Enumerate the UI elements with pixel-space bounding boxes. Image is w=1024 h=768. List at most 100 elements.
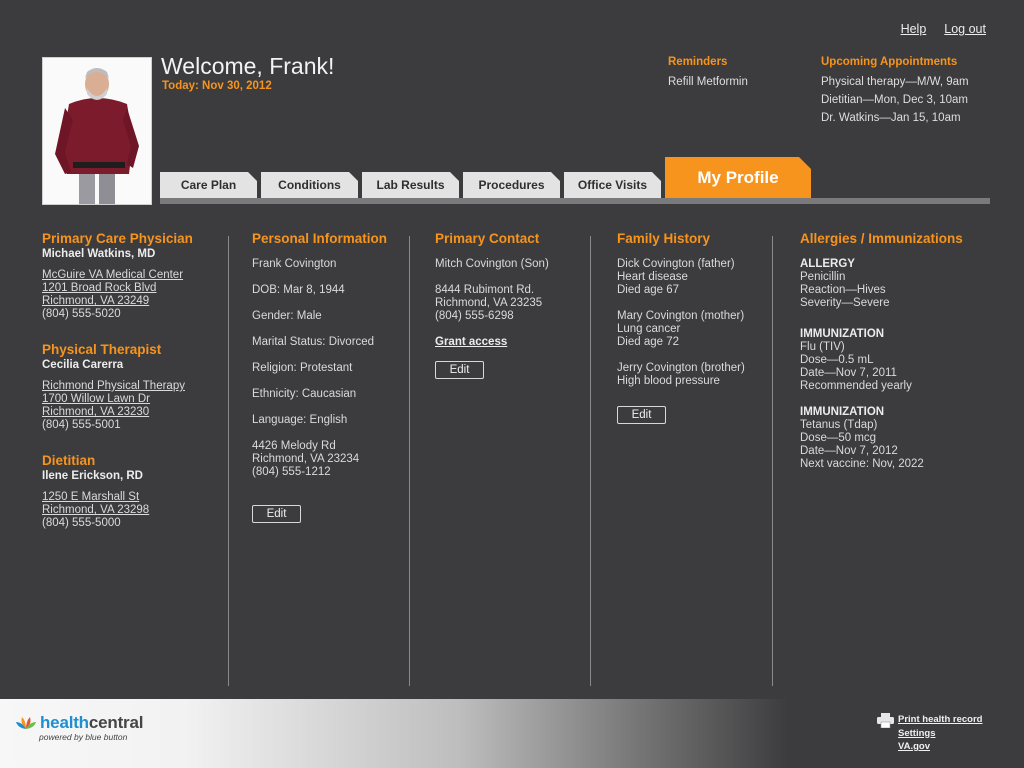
family-condition: Lung cancer [617,323,681,335]
immunization-name: Flu (TIV) [800,341,845,353]
dietitian-title: Dietitian [42,453,96,468]
contact-city: Richmond, VA 23235 [435,297,543,309]
personal-religion: Religion: Protestant [252,362,353,374]
dietitian-name: Ilene Erickson, RD [42,470,143,482]
family-note: Died age 72 [617,336,680,348]
contact-title: Primary Contact [435,231,540,246]
immunization-dose: Dose—0.5 mL [800,354,874,366]
family-title: Family History [617,231,711,246]
logout-link[interactable]: Log out [944,22,986,36]
dietitian-phone: (804) 555-5000 [42,517,121,529]
top-nav: Help Log out [901,22,986,36]
family-member: Mary Covington (mother) [617,310,745,322]
personal-phone: (804) 555-1212 [252,466,331,478]
logo-tagline: powered by blue button [39,732,128,742]
pcp-city-link[interactable]: Richmond, VA 23249 [42,295,222,308]
settings-link[interactable]: Settings [898,727,982,741]
personal-ethnicity: Ethnicity: Caucasian [252,388,357,400]
personal-info-column: Personal Information Frank Covington DOB… [252,232,402,523]
edit-family-button[interactable]: Edit [617,406,666,424]
immunization-note: Next vaccine: Nov, 2022 [800,458,924,470]
grant-access-link[interactable]: Grant access [435,336,585,349]
personal-language: Language: English [252,414,348,426]
tab-my-profile[interactable]: My Profile [665,157,811,198]
footer: healthcentral powered by blue button Pri… [0,699,1024,768]
pt-org-link[interactable]: Richmond Physical Therapy [42,380,222,393]
pt-city-link[interactable]: Richmond, VA 23230 [42,406,222,419]
personal-address: 4426 Melody Rd [252,440,336,452]
reminder-item: Refill Metformin [668,76,748,88]
immunization-label: IMMUNIZATION [800,406,885,418]
print-record-link[interactable]: Print health record [898,713,982,727]
pcp-name: Michael Watkins, MD [42,248,156,260]
family-member: Jerry Covington (brother) [617,362,745,374]
immunization-label: IMMUNIZATION [800,328,885,340]
pt-address-link[interactable]: 1700 Willow Lawn Dr [42,393,222,406]
dietitian-address-link[interactable]: 1250 E Marshall St [42,491,222,504]
immunization-name: Tetanus (Tdap) [800,419,878,431]
immunization-date: Date—Nov 7, 2011 [800,367,897,379]
immunization-date: Date—Nov 7, 2012 [800,445,898,457]
appointments-panel: Upcoming Appointments Physical therapy—M… [821,56,969,127]
printer-icon[interactable] [877,713,894,728]
family-history-column: Family History Dick Covington (father) H… [617,232,767,424]
tab-lab-results[interactable]: Lab Results [362,172,459,198]
tab-conditions[interactable]: Conditions [261,172,358,198]
pcp-title: Primary Care Physician [42,231,193,246]
allergy-label: ALLERGY [800,258,855,270]
pt-title: Physical Therapist [42,342,162,357]
va-gov-link[interactable]: VA.gov [898,740,982,754]
help-link[interactable]: Help [901,22,927,36]
column-divider [590,236,591,686]
personal-city: Richmond, VA 23234 [252,453,360,465]
personal-name: Frank Covington [252,258,337,270]
today-date: Today: Nov 30, 2012 [162,80,272,92]
family-member: Dick Covington (father) [617,258,735,270]
edit-contact-button[interactable]: Edit [435,361,484,379]
tab-office-visits[interactable]: Office Visits [564,172,661,198]
providers-column: Primary Care Physician Michael Watkins, … [42,232,222,530]
allergy-severity: Severity—Severe [800,297,890,309]
allergies-title: Allergies / Immunizations [800,231,963,246]
tab-procedures[interactable]: Procedures [463,172,560,198]
pt-name: Cecilia Carerra [42,359,124,371]
welcome-heading: Welcome, Frank! [161,53,335,79]
column-divider [772,236,773,686]
tab-underline [160,198,990,204]
contact-phone: (804) 555-6298 [435,310,514,322]
column-divider [409,236,410,686]
allergy-name: Penicillin [800,271,846,283]
logo-health-text: health [40,713,89,732]
personal-title: Personal Information [252,231,388,246]
allergy-reaction: Reaction—Hives [800,284,886,296]
family-condition: Heart disease [617,271,688,283]
personal-dob: DOB: Mar 8, 1944 [252,284,345,296]
appointment-item: Dr. Watkins—Jan 15, 10am [821,112,961,124]
immunization-dose: Dose—50 mcg [800,432,877,444]
personal-marital: Marital Status: Divorced [252,336,375,348]
family-condition: High blood pressure [617,375,720,387]
appointments-title: Upcoming Appointments [821,56,958,68]
family-note: Died age 67 [617,284,680,296]
logo-central-text: central [88,713,144,732]
footer-links: Print health record Settings VA.gov [898,713,982,754]
column-divider [228,236,229,686]
contact-name: Mitch Covington (Son) [435,258,549,270]
allergies-column: Allergies / Immunizations ALLERGY Penici… [800,232,1000,471]
dietitian-city-link[interactable]: Richmond, VA 23298 [42,504,222,517]
personal-gender: Gender: Male [252,310,322,322]
pt-phone: (804) 555-5001 [42,419,121,431]
immunization-note: Recommended yearly [800,380,912,392]
edit-personal-button[interactable]: Edit [252,505,301,523]
appointment-item: Dietitian—Mon, Dec 3, 10am [821,94,969,106]
user-photo [42,57,152,205]
reminders-title: Reminders [668,56,728,68]
reminders-panel: Reminders Refill Metformin [668,56,748,91]
pcp-org-link[interactable]: McGuire VA Medical Center [42,269,222,282]
lotus-logo-icon [16,717,36,729]
contact-address: 8444 Rubimont Rd. [435,284,535,296]
tab-care-plan[interactable]: Care Plan [160,172,257,198]
healthcentral-logo[interactable]: healthcentral powered by blue button [16,713,143,742]
pcp-address-link[interactable]: 1201 Broad Rock Blvd [42,282,222,295]
user-avatar-image [43,58,151,204]
